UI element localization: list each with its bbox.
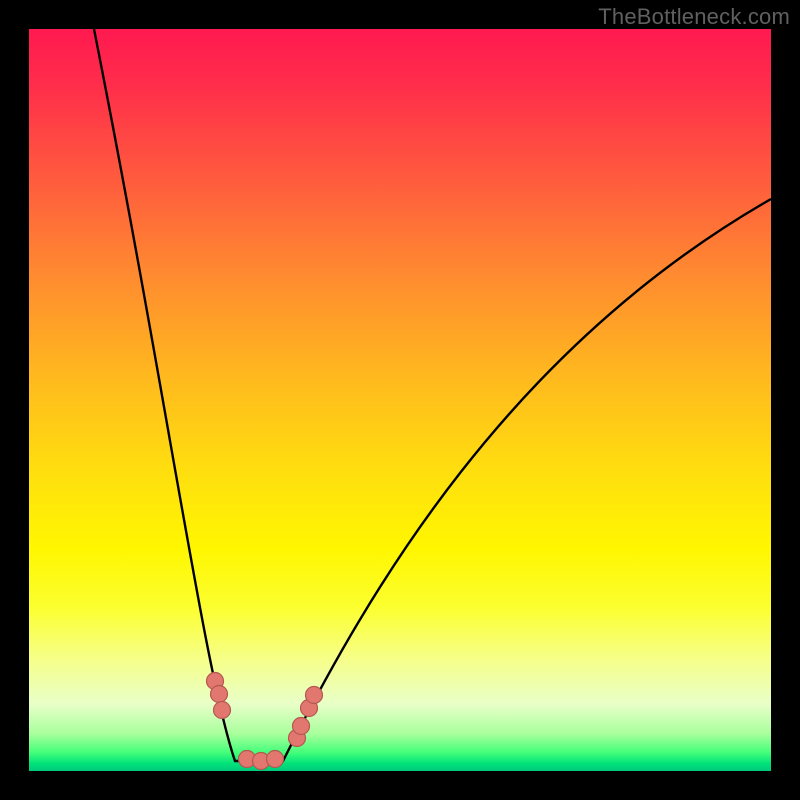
plot-area [29,29,771,771]
watermark-text: TheBottleneck.com [598,4,790,30]
data-point-marker [293,718,310,735]
data-point-marker [214,702,231,719]
data-point-marker [267,751,284,768]
chart-frame: TheBottleneck.com [0,0,800,800]
data-point-marker [306,687,323,704]
bottleneck-curve [29,29,771,771]
v-curve-path [94,29,771,761]
data-point-marker [211,686,228,703]
